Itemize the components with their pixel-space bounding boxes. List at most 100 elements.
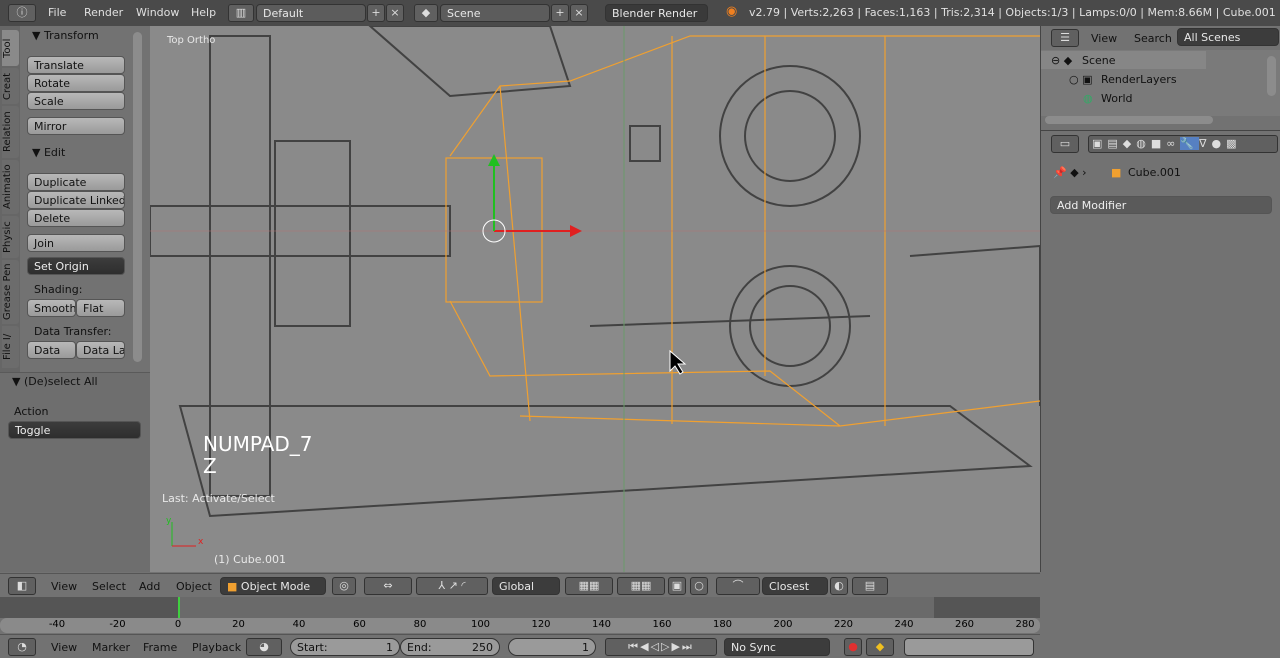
outliner-editor-icon[interactable]: ☰	[1051, 29, 1079, 47]
manipulator-toggle-icon[interactable]: ⇔	[364, 577, 412, 595]
action-select[interactable]: Toggle	[8, 421, 141, 439]
tab-file-io[interactable]: File I/	[2, 326, 19, 368]
menu-render[interactable]: Render	[84, 6, 123, 19]
duplicate-button[interactable]: Duplicate	[27, 173, 125, 191]
end-frame-field[interactable]: End: 250	[400, 638, 500, 656]
add-scene-icon[interactable]: +	[551, 4, 569, 22]
outliner-vscroll[interactable]	[1267, 56, 1276, 96]
timeline-area[interactable]	[0, 597, 1040, 618]
add-layout-icon[interactable]: +	[367, 4, 385, 22]
outliner-search-menu[interactable]: Search	[1134, 32, 1172, 45]
playback-menu[interactable]: Playback	[192, 641, 241, 654]
flat-button[interactable]: Flat	[76, 299, 125, 317]
lock-layers-icon[interactable]: ▣	[668, 577, 686, 595]
layout-icon[interactable]: ▥	[228, 4, 254, 22]
ruler-tick-label: 240	[894, 619, 914, 630]
add-menu[interactable]: Add	[139, 580, 160, 593]
render-icons[interactable]: ▤	[852, 577, 888, 595]
outliner-item-world[interactable]: ◍ World	[1041, 89, 1206, 107]
object-menu[interactable]: Object	[176, 580, 212, 593]
delete-button[interactable]: Delete	[27, 209, 125, 227]
outliner-item-renderlayers[interactable]: ○ ▣ RenderLayers	[1041, 70, 1206, 88]
layers-grid-1[interactable]: ▦▦	[565, 577, 613, 595]
3d-viewport[interactable]: Top Ortho NUMPAD_7 Z Last: Activate/Sele…	[150, 26, 1040, 572]
marker-menu[interactable]: Marker	[92, 641, 130, 654]
data-layers-button[interactable]: Data La	[76, 341, 125, 359]
scene-field[interactable]: Scene	[440, 4, 550, 22]
outliner-item-scene[interactable]: ⊖ ◆ Scene	[1041, 51, 1206, 69]
mirror-button[interactable]: Mirror	[27, 117, 125, 135]
frame-ruler[interactable]: -40 -20 0 20 40 60 80 100 120 140 160 180 200 220 240 2…	[0, 618, 1040, 633]
tab-relations[interactable]: Relation	[2, 106, 19, 158]
view-menu[interactable]: View	[51, 580, 77, 593]
edit-panel-header[interactable]: ▼ Edit	[32, 146, 65, 159]
properties-context-tabs[interactable]: ▣▤◆◍■∞🔧∇●▩	[1088, 135, 1278, 153]
keying-set-field[interactable]	[904, 638, 1034, 656]
outliner-view-menu[interactable]: View	[1091, 32, 1117, 45]
keying-icon[interactable]: ◆	[866, 638, 894, 656]
tab-animation[interactable]: Animatio	[2, 160, 19, 214]
current-frame-field[interactable]: 1	[508, 638, 596, 656]
object-name: Cube.001	[1128, 166, 1181, 179]
operator-panel-header[interactable]: ▼ (De)select All	[12, 375, 98, 388]
layers-grid-2[interactable]: ▦▦	[617, 577, 665, 595]
info-editor-type-icon[interactable]: ⓘ	[8, 4, 36, 22]
remove-scene-icon[interactable]: ×	[570, 4, 588, 22]
smooth-button[interactable]: Smooth	[27, 299, 76, 317]
y-arrow-head[interactable]	[488, 154, 500, 166]
menu-file[interactable]: File	[48, 6, 66, 19]
scale-button[interactable]: Scale	[27, 92, 125, 110]
remove-layout-icon[interactable]: ×	[386, 4, 404, 22]
tab-tool[interactable]: Tool	[2, 30, 19, 66]
modifier-tab-wrench-icon[interactable]: 🔧	[1180, 137, 1200, 150]
set-origin-select[interactable]: Set Origin	[27, 257, 125, 275]
tool-shelf-scrollbar[interactable]	[133, 32, 142, 362]
timeline-header: ◔ View Marker Frame Playback ◕ Start: 1 E…	[0, 634, 1040, 658]
outliner-hscroll[interactable]	[1045, 116, 1213, 124]
ruler-tick-label: 80	[413, 619, 427, 630]
right-panels: ☰ View Search All Scenes ⊖ ◆ Scene ○ ▣ Ren…	[1040, 26, 1280, 572]
start-frame-field[interactable]: Start: 1	[290, 638, 400, 656]
pivot-icon[interactable]: ◎	[332, 577, 356, 595]
current-frame-indicator[interactable]	[178, 597, 180, 618]
layout-field[interactable]: Default	[256, 4, 366, 22]
preview-range-icons[interactable]: ◕	[246, 638, 282, 656]
outliner-filter-select[interactable]: All Scenes	[1177, 28, 1279, 46]
select-menu[interactable]: Select	[92, 580, 126, 593]
transform-panel-header[interactable]: ▼ Transform	[32, 29, 99, 42]
join-button[interactable]: Join	[27, 234, 125, 252]
snap-target-select[interactable]: Closest	[762, 577, 828, 595]
data-transfer-button[interactable]: Data	[27, 341, 76, 359]
frame-menu[interactable]: Frame	[143, 641, 177, 654]
proportional-icon[interactable]: ○	[690, 577, 708, 595]
sync-select[interactable]: No Sync	[724, 638, 830, 656]
timeline-view-menu[interactable]: View	[51, 641, 77, 654]
snap-align-icon[interactable]: ◐	[830, 577, 848, 595]
editor-type-icon[interactable]: ◧	[8, 577, 36, 595]
duplicate-linked-button[interactable]: Duplicate Linked	[27, 191, 125, 209]
tab-physics[interactable]: Physic	[2, 216, 19, 258]
add-modifier-select[interactable]: Add Modifier	[1050, 196, 1272, 214]
transform-manipulators[interactable]: ⅄ ↗ ◜	[416, 577, 488, 595]
properties-editor-icon[interactable]: ▭	[1051, 135, 1079, 153]
translate-button[interactable]: Translate	[27, 56, 125, 74]
render-engine-select[interactable]: Blender Render	[605, 4, 708, 22]
playback-controls[interactable]: ⏮◀◁▷▶⏭	[605, 638, 717, 656]
tab-create[interactable]: Creat	[2, 68, 19, 104]
active-object-label: (1) Cube.001	[214, 553, 286, 566]
tab-grease-pencil[interactable]: Grease Pen	[2, 260, 19, 324]
menu-help[interactable]: Help	[191, 6, 216, 19]
record-icon[interactable]: ●	[844, 638, 862, 656]
x-arrow-head[interactable]	[570, 225, 582, 237]
snap-icon[interactable]: ⌒	[716, 577, 760, 595]
rotate-button[interactable]: Rotate	[27, 74, 125, 92]
scene-icon[interactable]: ◆	[414, 4, 438, 22]
key-display-2: Z	[203, 454, 217, 478]
timeline-editor-type-icon[interactable]: ◔	[8, 638, 36, 656]
top-bar: ⓘ File Render Window Help ▥ Default + × …	[0, 0, 1280, 26]
orientation-select[interactable]: Global	[492, 577, 560, 595]
pin-icon[interactable]: 📌 ◆ ›	[1053, 166, 1087, 179]
mode-select[interactable]: ■ Object Mode	[220, 577, 326, 595]
edit-title: Edit	[43, 146, 66, 159]
menu-window[interactable]: Window	[136, 6, 179, 19]
